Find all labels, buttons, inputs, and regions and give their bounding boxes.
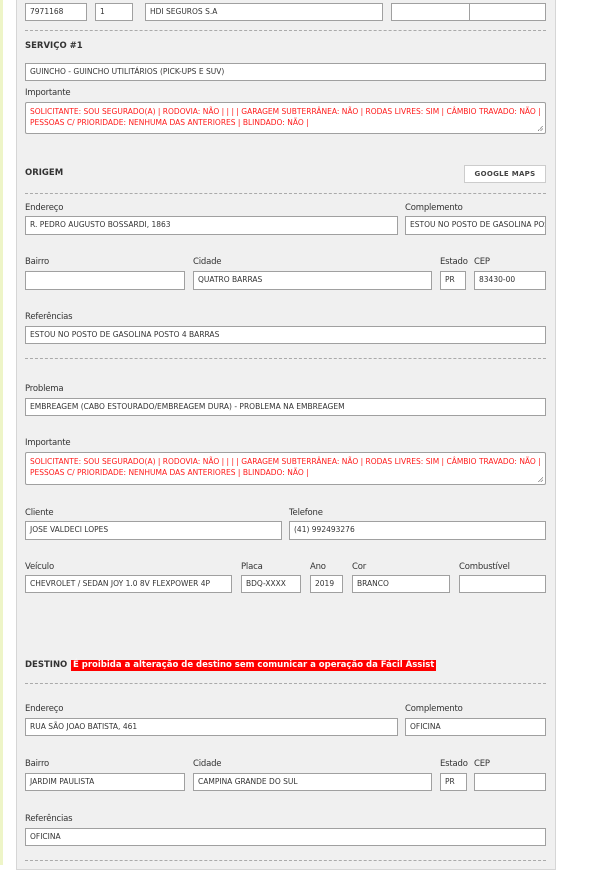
divider — [25, 193, 546, 194]
referencias-label: Referências — [25, 814, 73, 824]
divider — [25, 358, 546, 359]
top-field-1[interactable]: 7971168 — [25, 3, 87, 21]
servico-field[interactable]: GUINCHO - GUINCHO UTILITÁRIOS (PICK-UPS … — [25, 63, 546, 81]
origem-referencias-field[interactable]: ESTOU NO POSTO DE GASOLINA POSTO 4 BARRA… — [25, 326, 546, 344]
google-maps-button[interactable]: GOOGLE MAPS — [464, 165, 546, 183]
importante-label: Importante — [25, 438, 71, 448]
destino-cep-field[interactable] — [474, 773, 546, 791]
estado-label: Estado — [440, 257, 468, 267]
cep-label: CEP — [474, 257, 490, 267]
destino-referencias-field[interactable]: OFICINA — [25, 828, 546, 846]
placa-label: Placa — [241, 562, 263, 572]
origem-cidade-field[interactable]: QUATRO BARRAS — [193, 271, 432, 290]
destino-bairro-field[interactable]: JARDIM PAULISTA — [25, 773, 185, 791]
cidade-label: Cidade — [193, 759, 222, 769]
destino-complemento-field[interactable]: OFICINA — [405, 718, 546, 736]
cor-label: Cor — [352, 562, 367, 572]
origem-bairro-field[interactable] — [25, 271, 185, 290]
servico-title: SERVIÇO #1 — [25, 41, 83, 51]
problema-label: Problema — [25, 384, 64, 394]
cep-label: CEP — [474, 759, 490, 769]
left-strip — [0, 0, 3, 865]
divider — [25, 30, 546, 31]
telefone-label: Telefone — [289, 508, 323, 518]
problema-field[interactable]: EMBREAGEM (CABO ESTOURADO/EMBREAGEM DURA… — [25, 398, 546, 416]
cor-field[interactable]: BRANCO — [352, 575, 450, 593]
destino-estado-field[interactable]: PR — [440, 773, 467, 791]
problema-importante-textarea[interactable]: SOLICITANTE: SOU SEGURADO(A) | RODOVIA: … — [25, 452, 546, 485]
top-field-5[interactable] — [469, 3, 546, 21]
veiculo-label: Veículo — [25, 562, 54, 572]
origem-complemento-field[interactable]: ESTOU NO POSTO DE GASOLINA POSTO 4 BARRA… — [405, 216, 546, 235]
divider — [25, 860, 546, 861]
origem-endereco-field[interactable]: R. PEDRO AUGUSTO BOSSARDI, 1863 — [25, 216, 398, 235]
telefone-field[interactable]: (41) 992493276 — [289, 521, 546, 540]
cidade-label: Cidade — [193, 257, 222, 267]
combustivel-field[interactable] — [459, 575, 546, 593]
destino-endereco-field[interactable]: RUA SÃO JOAO BATISTA, 461 — [25, 718, 398, 736]
top-field-4[interactable] — [391, 3, 470, 21]
placa-field[interactable]: BDQ-XXXX — [241, 575, 301, 593]
origem-title: ORIGEM — [25, 168, 64, 178]
complemento-label: Complemento — [405, 203, 463, 213]
insurer-field[interactable]: HDI SEGUROS S.A — [145, 3, 383, 21]
estado-label: Estado — [440, 759, 468, 769]
ano-label: Ano — [310, 562, 326, 572]
divider — [25, 683, 546, 684]
bairro-label: Bairro — [25, 257, 50, 267]
veiculo-field[interactable]: CHEVROLET / SEDAN JOY 1.0 8V FLEXPOWER 4… — [25, 575, 232, 593]
destino-title: DESTINO — [25, 660, 68, 670]
importante-label: Importante — [25, 88, 71, 98]
cliente-field[interactable]: JOSE VALDECI LOPES — [25, 521, 282, 540]
complemento-label: Complemento — [405, 704, 463, 714]
combustivel-label: Combustível — [459, 562, 510, 572]
destino-cidade-field[interactable]: CAMPINA GRANDE DO SUL — [193, 773, 432, 791]
origem-estado-field[interactable]: PR — [440, 271, 466, 290]
servico-importante-textarea[interactable]: SOLICITANTE: SOU SEGURADO(A) | RODOVIA: … — [25, 102, 546, 134]
bairro-label: Bairro — [25, 759, 50, 769]
top-field-2[interactable]: 1 — [95, 3, 133, 21]
destino-warning: É proibida a alteração de destino sem co… — [71, 660, 437, 671]
origem-cep-field[interactable]: 83430-00 — [474, 271, 546, 290]
cliente-label: Cliente — [25, 508, 54, 518]
endereco-label: Endereço — [25, 704, 64, 714]
endereco-label: Endereço — [25, 203, 64, 213]
referencias-label: Referências — [25, 312, 73, 322]
ano-field[interactable]: 2019 — [310, 575, 343, 593]
